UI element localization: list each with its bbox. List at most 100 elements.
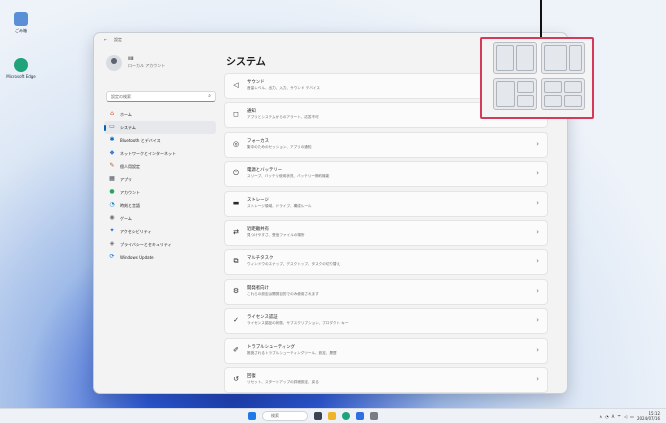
search-placeholder: 設定の検索 (111, 94, 131, 99)
settings-row-recovery[interactable]: ↺ 回復 リセット、スタートアップの詳細設定、戻る › (224, 366, 548, 393)
task-view-icon[interactable] (314, 412, 322, 420)
settings-list: ◁ サウンド 音量レベル、出力、入力、サウンド デバイス › ◻ 通知 アプリと… (224, 73, 548, 393)
sidebar-item-apps[interactable]: ▦ アプリ (104, 173, 216, 186)
sidebar-item-accounts[interactable]: ● アカウント (104, 186, 216, 199)
activation-icon: ✓ (233, 316, 239, 325)
desktop-icon-edge[interactable]: Microsoft Edge (6, 58, 36, 79)
home-icon: ⌂ (110, 110, 114, 117)
account-type: ローカル アカウント (128, 63, 166, 68)
personalization-icon: ✎ (109, 162, 115, 169)
sidebar-item-bluetooth[interactable]: ✱ Bluetooth とデバイス (104, 134, 216, 147)
settings-row-multitasking[interactable]: ⧉ マルチタスク ウィンドウのスナップ、デスクトップ、タスクの切り替え › (224, 249, 548, 276)
taskbar-search[interactable]: 検索 (262, 411, 308, 421)
power-icon: ⏻ (233, 169, 239, 178)
row-title: 回復 (247, 373, 256, 379)
settings-row-power[interactable]: ⏻ 電源とバッテリー スリープ、バッテリ使用状況、バッテリー節約機能 › (224, 161, 548, 188)
back-arrow-icon[interactable]: ← (104, 37, 107, 42)
file-explorer-icon[interactable] (328, 412, 336, 420)
search-icon: ⌕ (208, 93, 211, 99)
sidebar-item-label: ホーム (120, 112, 132, 117)
sidebar-item-gaming[interactable]: ◉ ゲーム (104, 212, 216, 225)
snap-zone[interactable] (516, 45, 534, 71)
multitasking-icon: ⧉ (233, 257, 239, 266)
snap-layout-two-equal[interactable] (493, 42, 537, 74)
notifications-icon: ◻ (233, 110, 239, 119)
sidebar-item-label: アカウント (120, 190, 140, 195)
chevron-right-icon: › (536, 198, 539, 207)
settings-row-storage[interactable]: ▬ ストレージ ストレージ領域、ドライブ、構成ルール › (224, 190, 548, 217)
sidebar-item-home[interactable]: ⌂ ホーム (104, 108, 216, 121)
sidebar-item-label: Bluetooth とデバイス (120, 138, 161, 143)
recycle-bin-icon (14, 12, 28, 26)
row-title: トラブルシューティング (247, 344, 296, 350)
settings-row-troubleshoot[interactable]: ✐ トラブルシューティング 推奨されるトラブルシューティングツール、設定、履歴 … (224, 337, 548, 364)
snap-zone[interactable] (569, 45, 582, 71)
focus-icon: ◎ (232, 139, 240, 148)
snap-layout-wide-narrow[interactable] (541, 42, 585, 74)
system-icon: ▭ (109, 123, 115, 130)
snap-zone[interactable] (544, 95, 562, 107)
sidebar-item-label: アクセシビリティ (120, 229, 152, 234)
start-icon[interactable] (248, 412, 256, 420)
snap-zone[interactable] (517, 95, 534, 107)
settings-row-focus[interactable]: ◎ フォーカス 集中のためのセッション、アプリの通知 › (224, 131, 548, 158)
sidebar-item-privacy[interactable]: ◈ プライバシーとセキュリティ (104, 238, 216, 251)
wifi-icon[interactable]: ᯤ (617, 413, 621, 419)
sidebar-item-windows-update[interactable]: ⟳ Windows Update (104, 251, 216, 264)
privacy-icon: ◈ (109, 240, 115, 247)
sidebar-item-time-language[interactable]: ◔ 時刻と言語 (104, 199, 216, 212)
settings-icon[interactable] (370, 412, 378, 420)
sidebar-item-label: ネットワークとインターネット (120, 151, 176, 156)
row-description: ライセンス認証の状態、サブスクリプション、プロダクト キー (247, 321, 349, 326)
window-title: 設定 (114, 37, 122, 42)
settings-row-activation[interactable]: ✓ ライセンス認証 ライセンス認証の状態、サブスクリプション、プロダクト キー … (224, 308, 548, 335)
edge-icon[interactable] (342, 412, 350, 420)
sound-icon: ◁ (233, 81, 239, 89)
settings-search-input[interactable]: 設定の検索 ⌕ (106, 91, 216, 102)
volume-icon[interactable]: ◁ (624, 414, 627, 419)
chevron-up-icon[interactable]: ∧ (599, 414, 602, 419)
storage-icon: ▬ (232, 198, 240, 207)
bluetooth-icon: ✱ (109, 136, 115, 143)
row-title: 通知 (247, 109, 256, 115)
settings-row-nearby-sharing[interactable]: ⇄ 近距離共有 見つけやすさ、受信ファイルの場所 › (224, 219, 548, 246)
snap-zone[interactable] (544, 45, 568, 71)
sidebar-item-label: Windows Update (120, 255, 154, 260)
chevron-right-icon: › (536, 316, 539, 325)
sidebar-item-system[interactable]: ▭ システム (104, 121, 216, 134)
sidebar-item-network[interactable]: ◆ ネットワークとインターネット (104, 147, 216, 160)
avatar (106, 55, 122, 71)
desktop-icon-recycle-bin[interactable]: ごみ箱 (6, 12, 36, 34)
desktop-icon-label: ごみ箱 (15, 28, 27, 33)
store-icon[interactable] (356, 412, 364, 420)
ime-icon[interactable]: ◔ (605, 414, 609, 419)
nearby-sharing-icon: ⇄ (233, 227, 239, 236)
snap-zone[interactable] (496, 45, 514, 71)
windows-update-icon: ⟳ (109, 253, 115, 260)
input-mode-icon[interactable]: A (612, 414, 615, 419)
sidebar-item-personalization[interactable]: ✎ 個人用設定 (104, 160, 216, 173)
chevron-right-icon: › (536, 169, 539, 178)
clock-date: 2024/07/16 (636, 416, 660, 421)
snap-zone[interactable] (544, 81, 562, 93)
snap-zone[interactable] (564, 81, 582, 93)
callout-line (540, 0, 542, 37)
row-title: 電源とバッテリー (247, 168, 283, 174)
clock[interactable]: 15:12 2024/07/16 (637, 411, 660, 421)
battery-icon[interactable]: ▭ (630, 414, 634, 419)
settings-row-developers[interactable]: ⚙ 開発者向け これらの設定は開発目的でのみ使用されます › (224, 278, 548, 305)
accessibility-icon: ✦ (109, 227, 115, 234)
row-description: スリープ、バッテリ使用状況、バッテリー節約機能 (247, 174, 330, 179)
snap-layout-two-and-stack[interactable] (493, 78, 537, 110)
accounts-icon: ● (109, 188, 115, 195)
snap-zone[interactable] (564, 95, 582, 107)
row-description: アプリとシステムからのアラート、応答不可 (247, 115, 319, 120)
snap-zone[interactable] (496, 81, 515, 107)
snap-zone-stack (544, 81, 562, 107)
sidebar-item-accessibility[interactable]: ✦ アクセシビリティ (104, 225, 216, 238)
row-title: 近距離共有 (247, 226, 269, 232)
user-name: ⅢⅢ (128, 56, 134, 61)
row-description: 見つけやすさ、受信ファイルの場所 (247, 232, 305, 237)
snap-zone[interactable] (517, 81, 534, 93)
snap-layout-grid-four[interactable] (541, 78, 585, 110)
